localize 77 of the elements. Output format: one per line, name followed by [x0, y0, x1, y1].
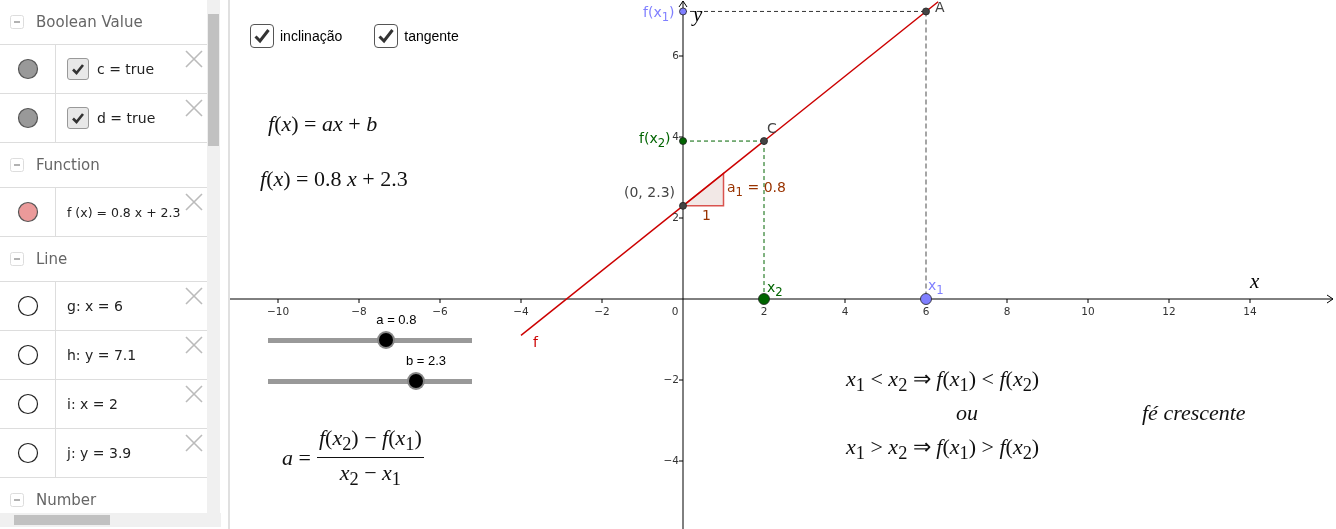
axis-tick-label: −10: [266, 305, 290, 317]
axis-tick-label: −6: [432, 305, 448, 317]
axis-tick-label: −2: [663, 373, 679, 385]
axis-tick-label: 6: [922, 305, 930, 317]
axis-label: y: [693, 2, 703, 27]
algebra-entry[interactable]: f (x) = 0.8 x + 2.3: [67, 204, 181, 220]
visibility-toggle-icon[interactable]: [16, 393, 39, 415]
algebra-entry[interactable]: h: y = 7.1: [67, 347, 137, 363]
point[interactable]: [920, 293, 932, 305]
algebra-entry[interactable]: i: x = 2: [67, 396, 118, 412]
point[interactable]: [679, 7, 687, 16]
point-label: a$_{1}$ = 0.8: [727, 179, 786, 199]
conclusion-text: fé crescente: [1142, 400, 1246, 426]
checkbox-label[interactable]: tangente: [404, 28, 459, 44]
visibility-toggle-icon[interactable]: [16, 344, 39, 366]
point-label: x$_{1}$: [928, 277, 944, 297]
slider-label: b = 2.3: [405, 353, 446, 368]
point[interactable]: [679, 201, 687, 210]
increasing-condition: x$_{1}$ < x$_{2}$ ⇒ f(x$_{1}$) < f(x$_{2}$): [846, 366, 1040, 397]
point-label: A: [935, 0, 945, 15]
point-label: C: [767, 120, 777, 136]
group-header[interactable]: Number: [36, 491, 97, 509]
algebra-entry[interactable]: d = true: [97, 110, 156, 126]
axis-tick-label: −4: [663, 454, 679, 466]
axis-label: x: [1250, 269, 1260, 294]
point-label: (0, 2.3): [624, 184, 675, 200]
point-label: f(x$_{1}$): [643, 4, 675, 24]
axis-tick-label: 4: [672, 130, 679, 142]
checkbox[interactable]: [67, 58, 89, 80]
group-header[interactable]: Boolean Value: [36, 13, 143, 31]
axis-tick-label: 2: [672, 211, 679, 223]
point[interactable]: [758, 293, 770, 305]
axis-tick-label: −8: [351, 305, 367, 317]
fraction-numerator: f(x$_{2}$) − f(x$_{1}$): [316, 425, 424, 459]
visibility-toggle-icon[interactable]: [16, 107, 39, 129]
or-text: ou: [956, 400, 978, 426]
point[interactable]: [760, 137, 768, 145]
axis-tick-label: −2: [594, 305, 610, 317]
group-header[interactable]: Function: [36, 156, 100, 174]
slider-handle[interactable]: [408, 374, 423, 388]
fraction-denominator: x$_{2}$ − x$_{1}$: [339, 459, 401, 491]
visibility-toggle-icon[interactable]: [16, 295, 39, 317]
group-header[interactable]: Line: [36, 250, 68, 268]
checkbox[interactable]: [250, 24, 274, 48]
increasing-condition: x$_{1}$ > x$_{2}$ ⇒ f(x$_{1}$) > f(x$_{2}$): [846, 434, 1040, 465]
point-label: f: [533, 334, 538, 350]
visibility-toggle-icon[interactable]: [16, 201, 39, 223]
visibility-toggle-icon[interactable]: [16, 442, 39, 464]
axis-tick-label: 14: [1243, 305, 1257, 317]
axis-tick-label: −4: [513, 305, 529, 317]
axis-tick-label: 12: [1162, 305, 1176, 317]
point[interactable]: [922, 7, 930, 16]
point-label: x$_{2}$: [767, 279, 783, 299]
point[interactable]: [679, 137, 687, 145]
algebra-entry[interactable]: c = true: [97, 61, 155, 77]
function-formula: f(x) = ax + b: [268, 111, 378, 137]
visibility-toggle-icon[interactable]: [16, 58, 39, 80]
checkbox-label[interactable]: inclinação: [280, 28, 343, 44]
point-label: f(x$_{2}$): [639, 130, 671, 150]
checkbox[interactable]: [374, 24, 399, 48]
algebra-entry[interactable]: g: x = 6: [67, 298, 123, 314]
horizontal-scrollbar[interactable]: [0, 513, 221, 527]
checkbox[interactable]: [67, 107, 89, 129]
point-label: 1: [702, 207, 711, 223]
axis-tick-label: 2: [760, 305, 768, 317]
slope-formula-lhs: a =: [282, 444, 311, 471]
axis-tick-label: 6: [672, 49, 679, 61]
axis-tick-label: 0: [671, 305, 679, 317]
vertical-scrollbar[interactable]: [207, 0, 220, 513]
checkmark-icon: [252, 26, 272, 46]
slider-label: a = 0.8: [376, 312, 417, 327]
slider-handle[interactable]: [379, 333, 394, 347]
axis-tick-label: 8: [1003, 305, 1011, 317]
axis-tick-label: 10: [1081, 305, 1095, 317]
algebra-entry[interactable]: j: y = 3.9: [67, 445, 132, 461]
axis-tick-label: 4: [841, 305, 849, 317]
function-formula: f(x) = 0.8 x + 2.3: [260, 166, 408, 192]
